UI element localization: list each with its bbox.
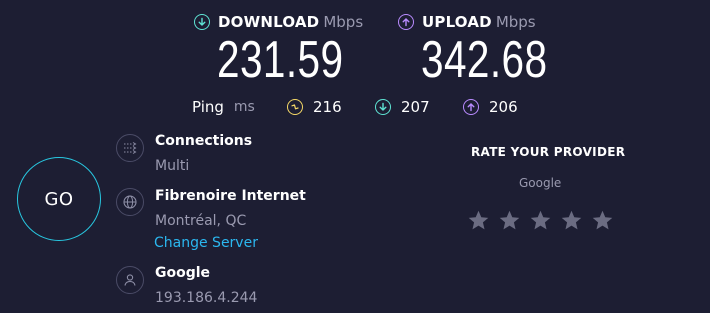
server-location: Montréal, QC: [155, 213, 247, 229]
ping-label: Ping: [192, 98, 224, 116]
provider-ip: 193.186.4.244: [155, 290, 258, 306]
ping-download: 207: [375, 98, 430, 116]
ping-row: Ping ms: [192, 96, 255, 118]
globe-icon: [116, 188, 144, 216]
user-icon: [116, 266, 144, 294]
star-icon[interactable]: [467, 209, 490, 232]
arrow-down-circle-icon: [375, 99, 391, 115]
ping-unit: ms: [233, 99, 255, 115]
arrow-up-circle-icon: [398, 14, 414, 30]
connections-title: Connections: [155, 133, 253, 149]
download-label: DOWNLOAD: [218, 13, 320, 31]
ping-idle: 216: [287, 98, 342, 116]
download-header: DOWNLOAD Mbps: [194, 12, 363, 32]
upload-label: UPLOAD: [422, 13, 492, 31]
connections-value: Multi: [155, 158, 190, 174]
rate-provider-name: Google: [519, 176, 562, 190]
ping-download-value: 207: [401, 98, 430, 116]
go-button[interactable]: GO: [17, 157, 101, 241]
download-metric: DOWNLOAD Mbps: [194, 12, 363, 32]
arrow-up-circle-icon: [463, 99, 479, 115]
connections-icon: [116, 134, 144, 162]
upload-header: UPLOAD Mbps: [398, 12, 536, 32]
star-icon[interactable]: [591, 209, 614, 232]
download-value: 231.59: [217, 31, 344, 89]
arrow-down-circle-icon: [194, 14, 210, 30]
provider-name: Google: [155, 265, 211, 281]
ping-upload: 206: [463, 98, 518, 116]
upload-value: 342.68: [421, 31, 548, 89]
upload-metric: UPLOAD Mbps: [398, 12, 536, 32]
star-rating[interactable]: [467, 209, 614, 232]
download-unit: Mbps: [323, 13, 364, 31]
star-icon[interactable]: [560, 209, 583, 232]
upload-unit: Mbps: [495, 13, 536, 31]
ping-upload-value: 206: [489, 98, 518, 116]
star-icon[interactable]: [498, 209, 521, 232]
ping-idle-value: 216: [313, 98, 342, 116]
lightning-circle-icon: [287, 99, 303, 115]
change-server-link[interactable]: Change Server: [154, 235, 258, 251]
server-name: Fibrenoire Internet: [155, 188, 306, 204]
star-icon[interactable]: [529, 209, 552, 232]
rate-title: RATE YOUR PROVIDER: [471, 145, 626, 159]
